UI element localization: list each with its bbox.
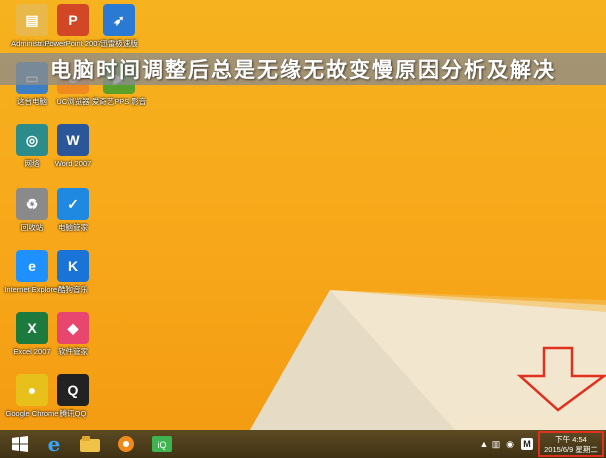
word-icon: W [57,124,89,156]
svg-text:iQ: iQ [158,440,167,450]
clock-date: 2015/6/9 星期二 [544,445,598,454]
desktop-icon-label: Word 2007 [54,159,92,168]
desktop-icon-label: 电脑管家 [58,223,88,232]
network-tray-icon[interactable]: ▥ [490,438,502,450]
volume-icon[interactable]: ◉ [504,438,516,450]
banner-title: 电脑时间调整后总是无缘无故变慢原因分析及解决 [50,57,556,82]
iqiyi-icon[interactable]: iQ [148,432,176,456]
desktop-icon-label: 腾讯QQ [59,409,87,418]
desktop-icon-label: 迅雷极速版 [100,39,138,48]
powerpoint-icon: P [57,4,89,36]
desktop-icon-software-manager[interactable]: ◆ 软件管家 [44,312,102,370]
red-arrow-annotation [516,346,606,412]
taskbar: e iQ ▲ ▥ ◉ M [0,430,606,458]
system-clock[interactable]: 下午 4:54 2015/6/9 星期二 [538,431,604,457]
desktop: ▤Administra...PPowerPoint 2007➶迅雷极速版▭这台电… [0,0,606,430]
shield-icon: ✓ [57,188,89,220]
kugou-icon: K [57,250,89,282]
up-arrow-icon[interactable]: ▲ [478,438,490,450]
desktop-icon-label: 软件管家 [58,347,88,356]
desktop-icon-qq[interactable]: Q 腾讯QQ [44,374,102,430]
desktop-icon-label: 爱奇艺PPS 影音 [91,97,147,106]
title-banner: 电脑时间调整后总是无缘无故变慢原因分析及解决 [0,53,606,85]
qq-icon: Q [57,374,89,406]
desktop-icon-word[interactable]: W Word 2007 [44,124,102,182]
desktop-icon-kugou[interactable]: K 酷狗音乐 [44,250,102,308]
file-explorer-icon[interactable] [76,432,104,456]
input-method-icon[interactable]: M [521,438,533,450]
uc-browser-icon[interactable] [112,432,140,456]
ie-icon[interactable]: e [40,432,68,456]
software-manager-icon: ◆ [57,312,89,344]
windows-start-icon[interactable] [6,432,34,456]
desktop-icon-label: 酷狗音乐 [58,285,88,294]
bird-icon: ➶ [103,4,135,36]
desktop-icon-shield[interactable]: ✓ 电脑管家 [44,188,102,246]
clock-time: 下午 4:54 [555,435,587,444]
